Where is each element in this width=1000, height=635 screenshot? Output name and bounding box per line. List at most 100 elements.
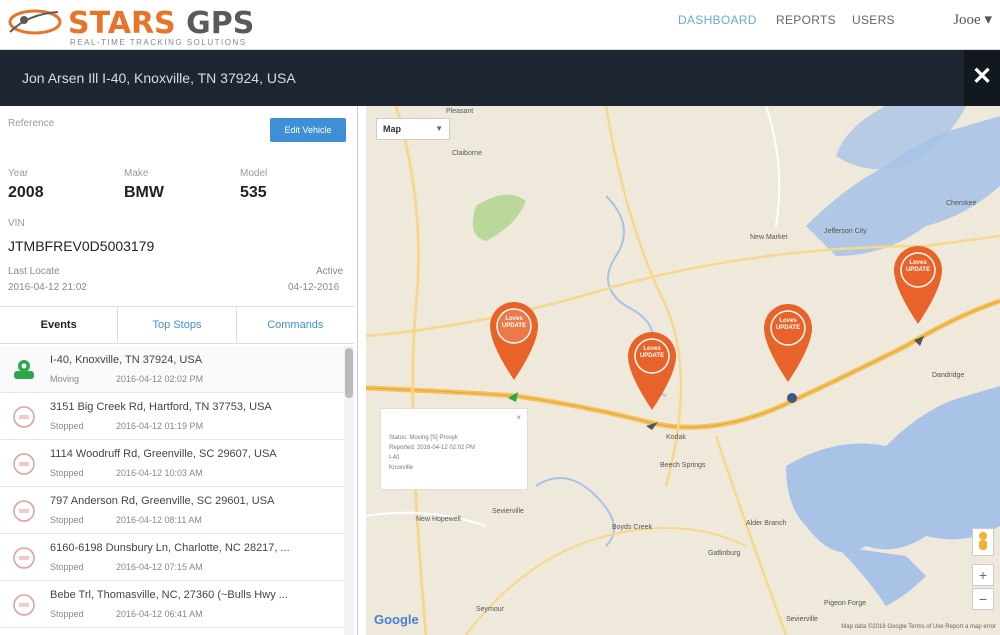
update-pin[interactable]: Loves UPDATE: [626, 330, 678, 412]
year-label: Year: [8, 168, 29, 179]
nav-users[interactable]: USERS: [852, 13, 895, 27]
pin-label: Loves UPDATE: [905, 260, 931, 273]
update-pin[interactable]: Loves UPDATE: [488, 300, 540, 382]
tab-events[interactable]: Events: [0, 307, 117, 343]
town-label: Sevierville: [786, 616, 818, 623]
list-item[interactable]: Bebe Trl, Thomasville, NC, 27360 (~Bulls…: [0, 581, 344, 628]
list-item[interactable]: 1114 Woodruff Rd, Greenville, SC 29607, …: [0, 440, 344, 487]
event-status: Stopped: [50, 609, 84, 619]
town-label: Boyds Creek: [612, 524, 653, 531]
list-item[interactable]: 6160-6198 Dunsbury Ln, Charlotte, NC 282…: [0, 534, 344, 581]
event-address: Bebe Trl, Thomasville, NC, 27360 (~Bulls…: [50, 589, 288, 601]
list-item[interactable]: I-40, Knoxville, TN 37924, USA Moving 20…: [0, 346, 344, 393]
stop-icon: [13, 547, 35, 569]
vin-value: JTMBFREV0D5003179: [8, 238, 155, 254]
zoom-in-button[interactable]: +: [972, 564, 994, 586]
event-time: 2016-04-12 02:02 PM: [116, 374, 204, 384]
tab-commands[interactable]: Commands: [235, 307, 354, 343]
year-value: 2008: [8, 184, 44, 201]
town-label: Pleasant: [446, 108, 474, 115]
nav-dashboard[interactable]: DASHBOARD: [678, 13, 757, 27]
stars-gps-logo[interactable]: STARS GPS REAL-TIME TRACKING SOLUTIONS: [8, 4, 268, 47]
car-moving-icon: [14, 360, 34, 379]
event-time: 2016-04-12 08:11 AM: [116, 515, 202, 525]
zoom-out-button[interactable]: −: [972, 588, 994, 610]
pin-label: Loves UPDATE: [639, 346, 665, 359]
street-view-pegman-icon[interactable]: [972, 528, 994, 556]
event-status: Stopped: [50, 562, 84, 572]
map-pin-icon: [894, 246, 942, 324]
map-view[interactable]: Map ▼ Pleasant Claiborne Jefferson City N…: [366, 106, 1000, 635]
info-popup: × Status: Moving [S] Prosyk Reported: 20…: [380, 408, 528, 490]
make-value: BMW: [124, 184, 164, 201]
event-status: Stopped: [50, 468, 84, 478]
info-line: Reported: 2016-04-12 02:02 PM: [389, 445, 476, 451]
top-header: STARS GPS REAL-TIME TRACKING SOLUTIONS D…: [0, 0, 1000, 50]
tab-top-stops[interactable]: Top Stops: [117, 307, 235, 343]
stop-icon: [13, 406, 35, 428]
stop-icon: [13, 500, 35, 522]
event-time: 2016-04-12 01:19 PM: [116, 421, 204, 431]
scrollbar-thumb[interactable]: [345, 348, 353, 398]
reference-label: Reference: [8, 118, 55, 129]
stop-icon: [13, 453, 35, 475]
events-scrollbar[interactable]: [344, 346, 354, 635]
event-address: I-40, Knoxville, TN 37924, USA: [50, 354, 203, 366]
town-label: Seymour: [476, 606, 505, 613]
orbit-logo-icon: [8, 9, 62, 35]
nav-reports[interactable]: REPORTS: [776, 13, 836, 27]
logo-wordmark: STARS GPS: [68, 6, 255, 41]
user-menu[interactable]: Jooe ▾: [953, 10, 992, 29]
event-address: 797 Anderson Rd, Greenville, SC 29601, U…: [50, 495, 275, 507]
panel-tabs: Events Top Stops Commands: [0, 306, 354, 344]
info-line: I-40: [389, 455, 400, 461]
town-label: Pigeon Forge: [824, 600, 867, 607]
event-time: 2016-04-12 10:03 AM: [116, 468, 203, 478]
list-item[interactable]: 797 Anderson Rd, Greenville, SC 29601, U…: [0, 487, 344, 534]
map-tiles: [366, 106, 1000, 635]
current-address: Jon Arsen Ill I-40, Knoxville, TN 37924,…: [22, 70, 296, 86]
town-label: Gatlinburg: [708, 550, 741, 557]
event-status: Moving: [50, 374, 80, 384]
pin-label: Loves UPDATE: [775, 318, 801, 331]
event-status: Stopped: [50, 421, 84, 431]
make-label: Make: [124, 168, 149, 179]
list-item[interactable]: 3151 Big Creek Rd, Hartford, TN 37753, U…: [0, 393, 344, 440]
town-label: Alder Branch: [746, 520, 787, 527]
active-label: Active: [316, 266, 344, 277]
active-value: 04-12-2016: [288, 282, 340, 293]
vehicle-panel: Reference Edit Vehicle Year 2008 Make BM…: [0, 106, 358, 635]
address-bar: Jon Arsen Ill I-40, Knoxville, TN 37924,…: [0, 50, 1000, 106]
logo-tagline: REAL-TIME TRACKING SOLUTIONS: [70, 38, 247, 47]
events-list: I-40, Knoxville, TN 37924, USA Moving 20…: [0, 346, 344, 635]
edit-vehicle-button[interactable]: Edit Vehicle: [270, 118, 346, 142]
map-pin-icon: [628, 332, 676, 410]
google-logo: Google: [374, 612, 419, 627]
pin-label: Loves UPDATE: [501, 316, 527, 329]
event-time: 2016-04-12 06:41 AM: [116, 609, 203, 619]
last-locate-value: 2016-04-12 21:02: [8, 282, 87, 293]
event-address: 6160-6198 Dunsbury Ln, Charlotte, NC 282…: [50, 542, 290, 554]
event-time: 2016-04-12 07:15 AM: [116, 562, 203, 572]
town-label: Dandridge: [932, 372, 965, 379]
update-pin[interactable]: Loves UPDATE: [892, 244, 944, 326]
map-pin-icon: [764, 304, 812, 382]
town-label: Kodak: [666, 434, 686, 441]
chevron-down-icon: ▼: [435, 124, 443, 133]
event-address: 1114 Woodruff Rd, Greenville, SC 29607, …: [50, 448, 277, 460]
map-attribution[interactable]: Map data ©2016 Google Terms of Use Repor…: [841, 624, 996, 630]
close-button[interactable]: ✕: [964, 50, 1000, 106]
stop-icon: [13, 594, 35, 616]
model-label: Model: [240, 168, 268, 179]
town-label: Jefferson City: [824, 228, 867, 235]
map-type-select[interactable]: Map ▼: [376, 118, 450, 140]
event-status: Stopped: [50, 515, 84, 525]
info-line: Knoxville: [389, 465, 414, 471]
town-label: New Hopewell: [416, 516, 461, 523]
close-icon[interactable]: ×: [516, 413, 521, 423]
update-pin[interactable]: Loves UPDATE: [762, 302, 814, 384]
town-label: Claiborne: [452, 150, 482, 157]
info-line: Status: Moving [S] Prosyk: [389, 435, 458, 441]
town-label: New Market: [750, 234, 788, 241]
vin-label: VIN: [8, 218, 25, 229]
